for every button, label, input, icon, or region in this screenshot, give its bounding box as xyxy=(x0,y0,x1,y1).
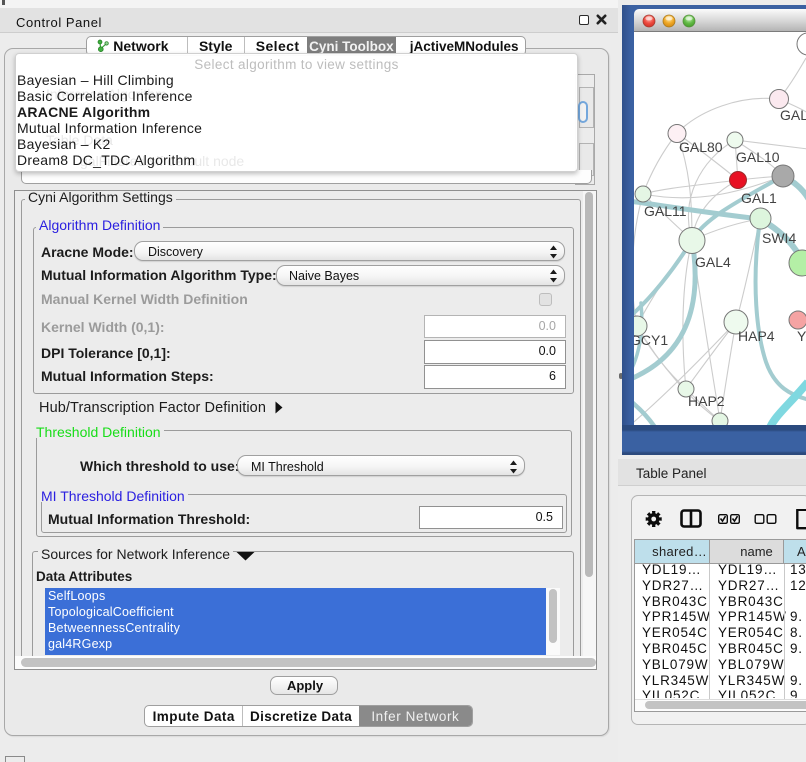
svg-text:YL: YL xyxy=(797,328,806,344)
svg-text:GAL11: GAL11 xyxy=(644,203,687,219)
svg-text:GAL1: GAL1 xyxy=(741,190,777,206)
svg-text:GAL80: GAL80 xyxy=(679,139,723,155)
svg-text:GAL2: GAL2 xyxy=(780,107,806,123)
svg-text:SWI4: SWI4 xyxy=(762,230,796,246)
svg-text:GAL10: GAL10 xyxy=(736,149,780,165)
svg-text:HAP4: HAP4 xyxy=(738,328,775,344)
svg-text:GAL4: GAL4 xyxy=(695,254,731,270)
svg-text:HAP2: HAP2 xyxy=(688,393,725,409)
svg-text:GCY1: GCY1 xyxy=(634,332,668,348)
